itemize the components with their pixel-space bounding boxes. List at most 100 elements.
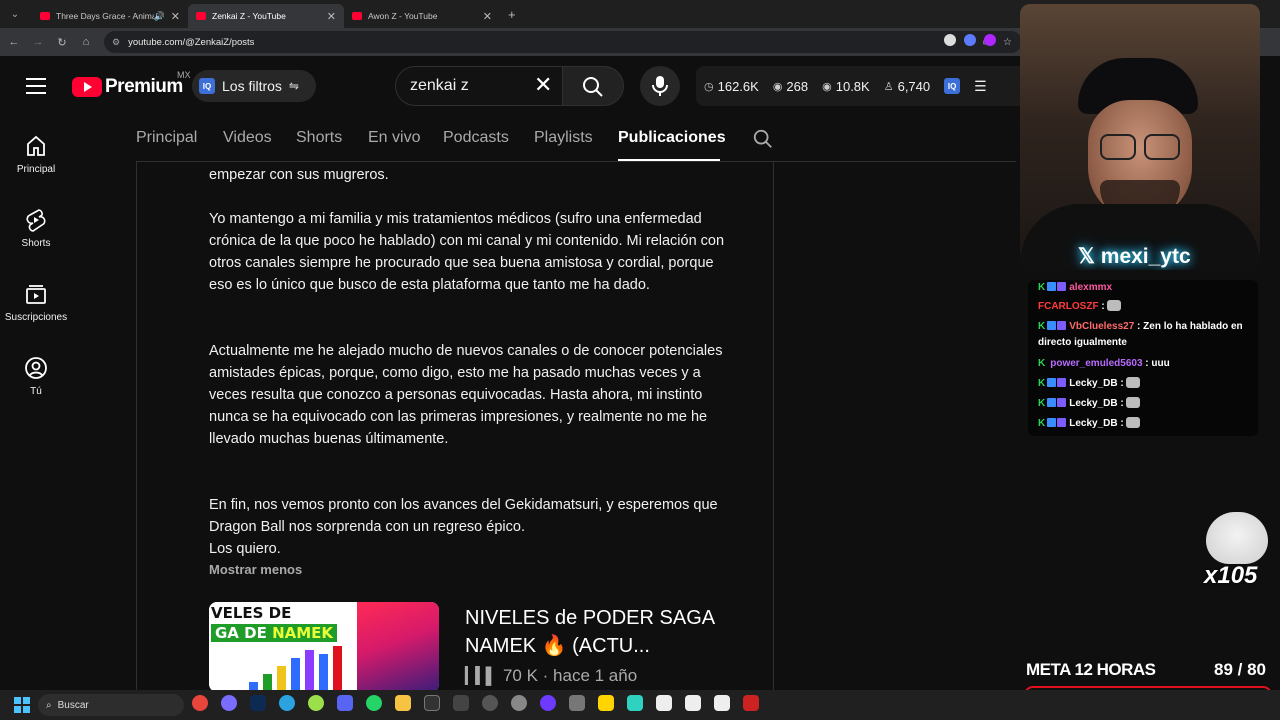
menu-icon[interactable] [26, 78, 46, 99]
tab-close-icon[interactable]: ✕ [483, 10, 492, 23]
tab-videos[interactable]: Videos [223, 129, 272, 147]
settings-icon[interactable] [511, 695, 527, 711]
photoshop-icon[interactable] [250, 695, 266, 711]
chrome-icon[interactable] [192, 695, 208, 711]
stat-value: 162.6K [717, 78, 759, 94]
streamer-handle: 𝕏 mexi_ytc [1078, 245, 1191, 268]
filters-button[interactable]: IQ Los filtros ⇋ [192, 70, 316, 102]
app-icon[interactable] [627, 695, 643, 711]
tab-close-icon[interactable]: ✕ [171, 10, 180, 23]
search-icon: ⌕ [46, 699, 52, 711]
sidebar-item-suscripciones[interactable]: Suscripciones [0, 282, 72, 323]
back-arrow-icon[interactable]: ← [2, 36, 26, 48]
obs-icon[interactable] [424, 695, 440, 711]
post-paragraph: Yo mantengo a mi familia y mis tratamien… [209, 211, 725, 293]
file-explorer-icon[interactable] [395, 695, 411, 711]
discord-icon[interactable] [337, 695, 353, 711]
stats-bars-icon: ▎▍▌ [465, 668, 497, 685]
left-sidebar: Principal Shorts Suscripciones Tú [0, 116, 72, 690]
reload-icon[interactable]: ↻ [50, 36, 74, 49]
speaker-icon[interactable]: 🔊 [154, 11, 165, 22]
show-less-link[interactable]: Mostrar menos [209, 562, 302, 577]
document-icon[interactable] [656, 695, 672, 711]
sidebar-item-tu[interactable]: Tú [0, 356, 72, 397]
handle-text: mexi_ytc [1100, 245, 1191, 268]
tab-playlists[interactable]: Playlists [534, 129, 593, 147]
chat-badges-icon: K [1038, 376, 1067, 392]
tab-title: Three Days Grace - Animal [56, 11, 154, 21]
tune-icon: ⇋ [288, 79, 299, 93]
vivaldi-icon[interactable] [221, 695, 237, 711]
app-icon[interactable] [482, 695, 498, 711]
goal-label: META 12 HORAS [1026, 660, 1156, 679]
whatsapp-icon[interactable] [366, 695, 382, 711]
windows-start-icon[interactable] [14, 697, 30, 713]
channel-search-icon[interactable] [752, 128, 774, 150]
post-paragraph: En fin, nos vemos pronto con los avances… [209, 497, 718, 535]
stat-value: 6,740 [897, 78, 931, 94]
sidebar-item-principal[interactable]: Principal [0, 134, 72, 175]
document-icon[interactable] [714, 695, 730, 711]
tab-title: Zenkai Z - YouTube [212, 11, 286, 21]
extension-icon[interactable] [984, 34, 996, 46]
sidebar-item-label: Shorts [21, 238, 51, 249]
thumbnail-text: GA DE NAMEK [211, 624, 338, 642]
chat-text: uuu [1151, 358, 1170, 369]
clock-icon: ◷ [704, 80, 714, 93]
extension-icon[interactable] [964, 34, 976, 46]
iq-extension-icon[interactable]: IQ [944, 78, 961, 94]
tab-search-menu-icon[interactable]: ⌄ [4, 3, 26, 25]
thumbnail-title-art: VELES DE PODER GA DE NAMEK [209, 602, 349, 648]
document-icon[interactable] [685, 695, 701, 711]
attached-video-title[interactable]: NIVELES de PODER SAGA NAMEK 🔥 (ACTU... [465, 604, 745, 660]
chat-message: Kalexmmx [1038, 280, 1252, 296]
app-icon[interactable] [540, 695, 556, 711]
search-icon [583, 77, 603, 97]
home-button-icon[interactable]: ⌂ [74, 36, 98, 48]
search-button[interactable] [562, 66, 624, 106]
youtube-play-icon [72, 77, 102, 97]
taskbar-apps [192, 695, 759, 711]
tab-close-icon[interactable]: ✕ [327, 10, 336, 23]
sidebar-item-shorts[interactable]: Shorts [0, 208, 72, 249]
app-icon[interactable] [743, 695, 759, 711]
cat-emote-icon [1126, 397, 1141, 408]
tab-shorts[interactable]: Shorts [296, 129, 342, 147]
list-menu-icon[interactable]: ☰ [974, 78, 987, 95]
streamer-webcam: 𝕏 mexi_ytc [1020, 4, 1260, 270]
attached-video-meta: ▎▍▌ 70 K · hace 1 año [465, 666, 637, 686]
chat-message: K Lecky_DB : [1038, 376, 1252, 392]
taskbar-search-placeholder: Buscar [57, 699, 89, 711]
sidebar-item-label: Principal [16, 164, 56, 175]
browser-tab-three-days-grace[interactable]: Three Days Grace - Animal 🔊 ✕ [32, 4, 188, 28]
new-tab-icon[interactable]: + [508, 7, 516, 22]
tab-podcasts[interactable]: Podcasts [443, 129, 509, 147]
attached-video-thumbnail[interactable]: VELES DE PODER GA DE NAMEK [209, 602, 439, 692]
eye-icon: ◉ [822, 80, 832, 93]
sidebar-item-label: Suscripciones [4, 312, 68, 323]
tab-publicaciones[interactable]: Publicaciones [618, 129, 726, 147]
app-icon[interactable] [569, 695, 585, 711]
forward-arrow-icon[interactable]: → [26, 36, 50, 48]
tab-principal[interactable]: Principal [136, 129, 197, 147]
taskbar-search[interactable]: ⌕ Buscar [38, 694, 184, 716]
telegram-icon[interactable] [279, 695, 295, 711]
app-icon[interactable] [453, 695, 469, 711]
voice-search-button[interactable] [640, 66, 680, 106]
extension-icon[interactable] [944, 34, 956, 46]
sticky-notes-icon[interactable] [598, 695, 614, 711]
browser-tab-zenkai-z[interactable]: Zenkai Z - YouTube ✕ [188, 4, 344, 28]
eye-icon: ◉ [772, 80, 783, 93]
site-info-icon[interactable]: ⚙ [112, 37, 120, 48]
tab-en-vivo[interactable]: En vivo [368, 129, 420, 147]
bookmark-star-icon[interactable]: ☆ [1003, 37, 1012, 48]
address-bar[interactable]: ⚙ youtube.com/@ZenkaiZ/posts ⌕ ▭ ☆ [104, 31, 1022, 53]
combo-alert: x105 [1200, 512, 1270, 592]
youtube-premium-logo[interactable]: Premium [72, 76, 183, 98]
logo-text: Premium [105, 76, 183, 97]
app-icon[interactable] [308, 695, 324, 711]
chat-username: alexmmx [1069, 282, 1113, 293]
chat-username: VbClueless27 [1069, 321, 1135, 332]
clear-search-icon[interactable]: ✕ [534, 73, 552, 97]
browser-tab-awon-z[interactable]: Awon Z - YouTube ✕ [344, 4, 500, 28]
